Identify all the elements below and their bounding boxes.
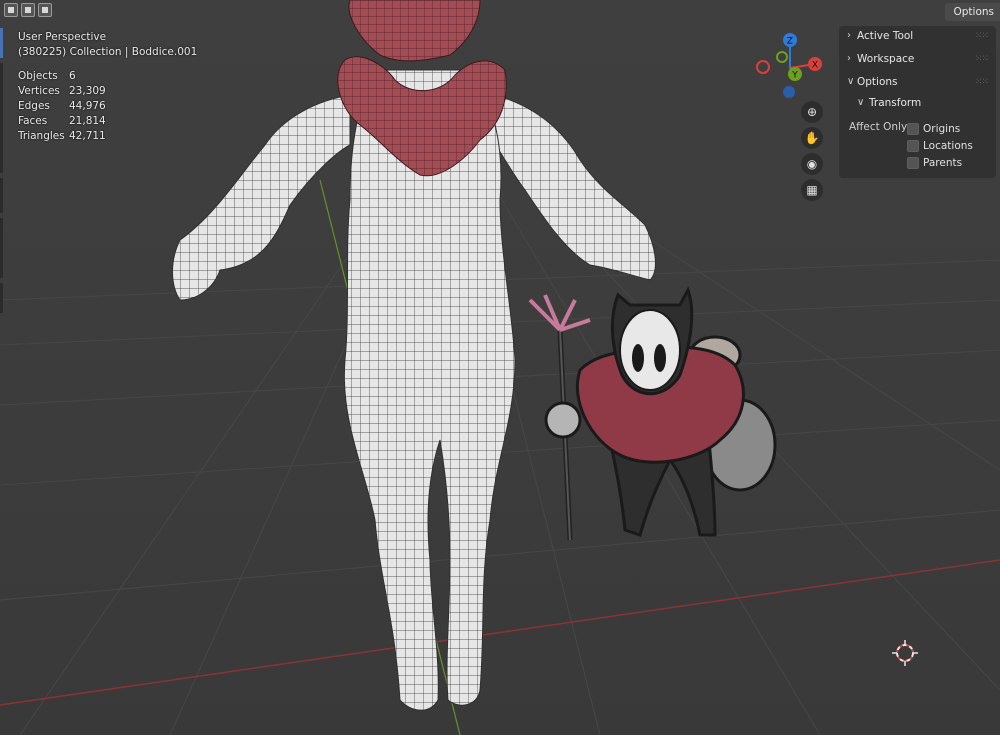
zoom-icon[interactable]: ⊕: [801, 101, 823, 123]
x-axis-line: [0, 559, 1000, 706]
select-box-icon[interactable]: [4, 3, 18, 17]
viewport-info-overlay: User Perspective (380225) Collection | B…: [18, 30, 197, 144]
camera-icon[interactable]: ◉: [801, 153, 823, 175]
stat-row: Triangles 42,711: [18, 130, 106, 142]
stat-row: Edges 44,976: [18, 100, 106, 112]
toolbar-tab[interactable]: [0, 178, 3, 213]
sidebar-tool-panel: › Active Tool ⁙⁙ › Workspace ⁙⁙ ∨ Option…: [839, 26, 996, 178]
chevron-down-icon: ∨: [857, 97, 865, 108]
panel-active-tool[interactable]: › Active Tool ⁙⁙: [839, 26, 996, 46]
drag-grip-icon[interactable]: ⁙⁙: [975, 72, 989, 92]
drag-grip-icon[interactable]: ⁙⁙: [975, 26, 989, 46]
viewport-nav-buttons: ⊕ ✋ ◉ ▦: [801, 101, 823, 201]
stat-row: Faces 21,814: [18, 115, 106, 127]
select-extend-icon[interactable]: [21, 3, 35, 17]
toolbar-tab[interactable]: [0, 283, 3, 313]
checkbox-origins[interactable]: Origins: [907, 121, 960, 137]
checkbox[interactable]: [907, 123, 919, 135]
perspective-label: User Perspective: [18, 31, 107, 43]
gizmo-x-label: X: [812, 61, 818, 71]
checkbox-locations[interactable]: Locations: [907, 138, 973, 154]
3d-viewport[interactable]: Options User Perspective (380225) Collec…: [0, 0, 1000, 735]
panel-workspace[interactable]: › Workspace ⁙⁙: [839, 49, 996, 69]
knight-character: [528, 286, 777, 541]
affect-only-label: Affect Only: [849, 121, 908, 133]
panel-options[interactable]: ∨ Options ⁙⁙: [839, 72, 996, 92]
chevron-right-icon: ›: [847, 53, 851, 64]
toolbar-tab[interactable]: [0, 63, 3, 173]
select-subtract-icon[interactable]: [38, 3, 52, 17]
checkbox[interactable]: [907, 140, 919, 152]
checkbox[interactable]: [907, 157, 919, 169]
gizmo-neg-x-axis[interactable]: [756, 60, 770, 74]
toolbar-tab[interactable]: [0, 218, 3, 278]
toolbar-strip: [0, 28, 3, 313]
scene-statistics: Objects 6 Vertices 23,309 Edges 44,976 Face…: [18, 69, 197, 144]
viewport-header-icons: [4, 3, 52, 17]
chevron-down-icon: ∨: [847, 76, 855, 87]
collection-label: (380225) Collection | Boddice.001: [18, 46, 198, 58]
stat-row: Vertices 23,309: [18, 85, 106, 97]
stat-row: Objects 6: [18, 70, 76, 82]
panel-transform[interactable]: ∨ Transform: [857, 93, 987, 113]
gizmo-neg-y-axis[interactable]: [776, 51, 788, 63]
gizmo-neg-z-axis[interactable]: [783, 86, 795, 98]
checkbox-parents[interactable]: Parents: [907, 155, 962, 171]
drag-grip-icon[interactable]: ⁙⁙: [975, 49, 989, 69]
toolbar-tab-active[interactable]: [0, 28, 3, 58]
gizmo-z-label: Z: [787, 37, 793, 47]
navigation-gizmo[interactable]: Z X Y: [752, 30, 828, 102]
hand-pan-icon[interactable]: ✋: [801, 127, 823, 149]
3d-cursor-icon[interactable]: [892, 640, 918, 666]
gizmo-y-label: Y: [791, 71, 798, 81]
chevron-right-icon: ›: [847, 30, 851, 41]
options-button[interactable]: Options: [945, 3, 1000, 21]
grid-view-icon[interactable]: ▦: [801, 179, 823, 201]
